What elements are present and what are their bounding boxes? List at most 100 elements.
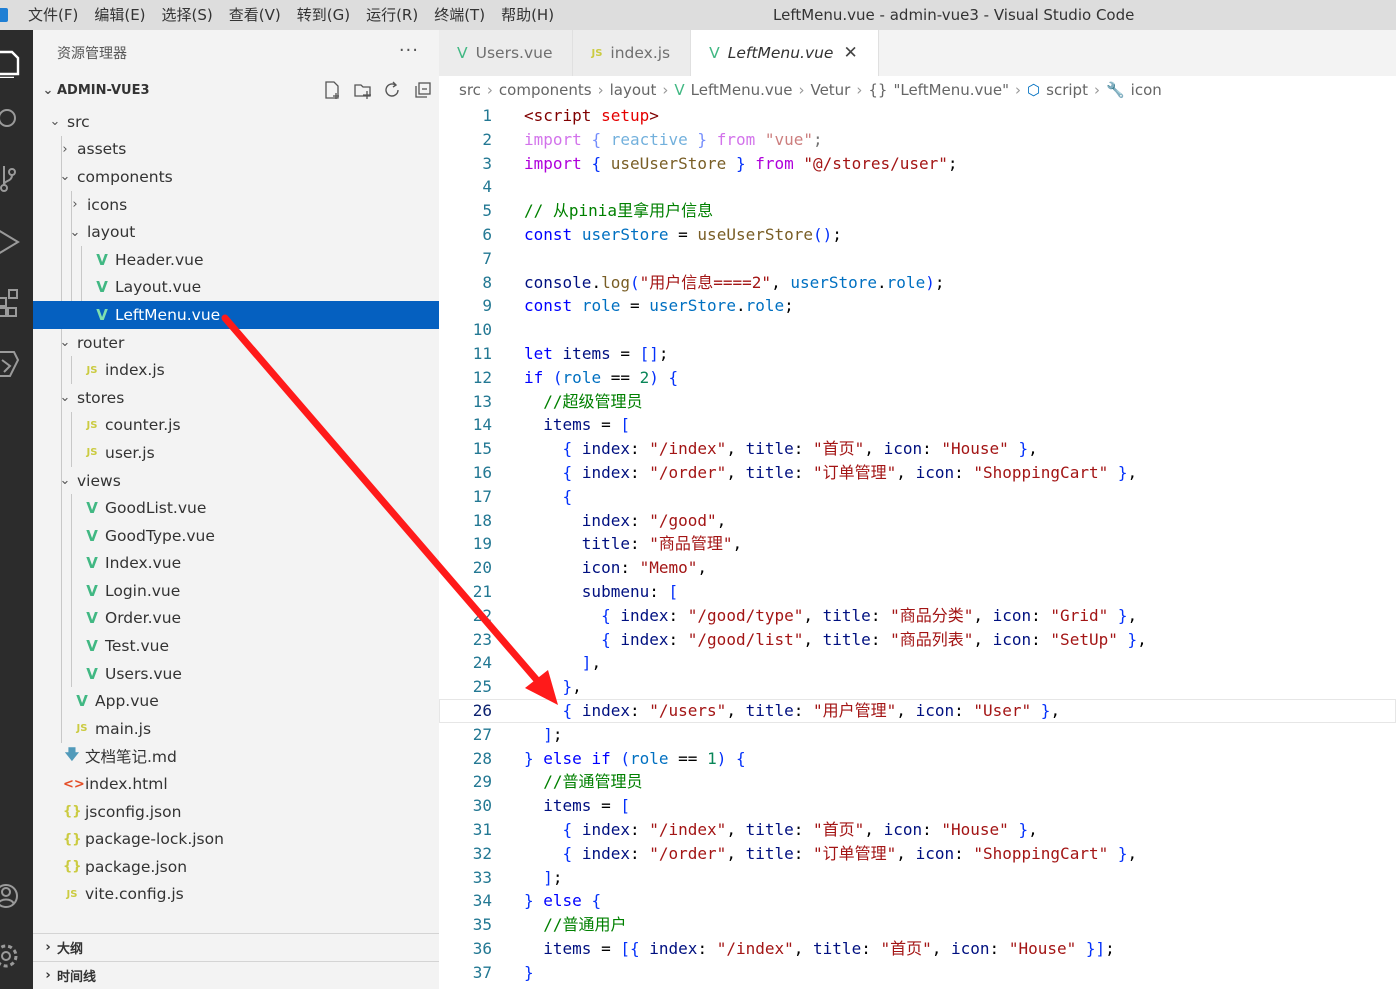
search-icon[interactable]: [0, 106, 22, 132]
menu-item[interactable]: 选择(S): [154, 0, 221, 30]
code-line[interactable]: 1 <script setup>: [439, 104, 1396, 128]
tree-file[interactable]: V Test.vue: [33, 632, 439, 660]
code-line[interactable]: 22 { index: "/good/type", title: "商品分类",…: [439, 604, 1396, 628]
breadcrumb-item[interactable]: src: [459, 81, 481, 99]
code-line[interactable]: 36 items = [{ index: "/index", title: "首…: [439, 937, 1396, 961]
tree-folder[interactable]: ⌄ src: [33, 108, 439, 136]
breadcrumb-item[interactable]: layout: [610, 81, 657, 99]
code-line[interactable]: 3 import { useUserStore } from "@/stores/…: [439, 152, 1396, 176]
project-section-header[interactable]: ⌄ ADMIN-VUE3: [33, 76, 439, 104]
extensions-icon[interactable]: [0, 286, 22, 317]
tree-folder[interactable]: ⌄ router: [33, 328, 439, 357]
breadcrumb-item[interactable]: components: [499, 81, 592, 99]
code-line[interactable]: 8 console.log("用户信息====2", userStore.role…: [439, 271, 1396, 295]
tree-file[interactable]: {} package-lock.json: [33, 825, 439, 853]
code-line[interactable]: 26 { index: "/users", title: "用户管理", ico…: [439, 698, 1396, 723]
code-line[interactable]: 20 icon: "Memo",: [439, 556, 1396, 580]
menu-item[interactable]: 查看(V): [221, 0, 289, 30]
tree-folder[interactable]: › assets: [33, 135, 439, 164]
code-line[interactable]: 10: [439, 318, 1396, 342]
code-line[interactable]: 24 ],: [439, 651, 1396, 675]
breadcrumb-item[interactable]: "LeftMenu.vue": [893, 81, 1009, 99]
tree-folder[interactable]: ⌄ stores: [33, 383, 439, 412]
tree-file[interactable]: V LeftMenu.vue: [33, 301, 439, 329]
tree-file[interactable]: V App.vue: [33, 687, 439, 716]
tree-file[interactable]: V GoodList.vue: [33, 494, 439, 522]
tree-folder[interactable]: ⌄ components: [33, 163, 439, 191]
code-line[interactable]: 19 title: "商品管理",: [439, 532, 1396, 556]
code-line[interactable]: 5 // 从pinia里拿用户信息: [439, 199, 1396, 223]
code-line[interactable]: 28} else if (role == 1) {: [439, 747, 1396, 771]
new-file-icon[interactable]: [323, 80, 343, 100]
menu-item[interactable]: 帮助(H): [493, 0, 562, 30]
tree-file[interactable]: JS user.js: [33, 439, 439, 467]
new-folder-icon[interactable]: [353, 80, 373, 100]
menu-item[interactable]: 终端(T): [426, 0, 493, 30]
code-line[interactable]: 21 submenu: [: [439, 580, 1396, 604]
settings-icon[interactable]: [0, 940, 22, 968]
code-line[interactable]: 25 },: [439, 675, 1396, 699]
run-debug-icon[interactable]: [0, 226, 22, 254]
code-line[interactable]: 14 items = [: [439, 413, 1396, 437]
code-line[interactable]: 27 ];: [439, 723, 1396, 747]
code-line[interactable]: 11 let items = [];: [439, 342, 1396, 366]
close-icon[interactable]: ✕: [843, 43, 857, 63]
editor-tab[interactable]: V Users.vue: [439, 30, 574, 76]
account-icon[interactable]: [0, 880, 22, 908]
outline-section[interactable]: › 大纲: [33, 933, 439, 961]
menu-item[interactable]: 转到(G): [289, 0, 358, 30]
tree-file[interactable]: V GoodType.vue: [33, 521, 439, 550]
code-line[interactable]: 23 { index: "/good/list", title: "商品列表",…: [439, 628, 1396, 652]
tree-file[interactable]: {} jsconfig.json: [33, 798, 439, 826]
tree-file[interactable]: V Login.vue: [33, 577, 439, 605]
refresh-icon[interactable]: [383, 80, 403, 100]
code-line[interactable]: 16 { index: "/order", title: "订单管理", ico…: [439, 461, 1396, 485]
breadcrumb-item[interactable]: LeftMenu.vue: [691, 81, 793, 99]
breadcrumb-item[interactable]: script: [1046, 81, 1088, 99]
collapse-all-icon[interactable]: [413, 80, 433, 100]
tree-file[interactable]: JS index.js: [33, 356, 439, 384]
tree-file[interactable]: V Users.vue: [33, 659, 439, 688]
code-line[interactable]: 30 items = [: [439, 794, 1396, 818]
code-line[interactable]: 34} else {: [439, 889, 1396, 913]
editor-tab[interactable]: JS index.js: [573, 30, 692, 76]
tree-folder[interactable]: ⌄ layout: [33, 218, 439, 246]
timeline-section[interactable]: › 时间线: [33, 961, 439, 989]
code-line[interactable]: 29 //普通管理员: [439, 770, 1396, 794]
code-line[interactable]: 18 index: "/good",: [439, 509, 1396, 533]
tree-file[interactable]: V Index.vue: [33, 549, 439, 578]
code-line[interactable]: 7: [439, 247, 1396, 271]
tree-file[interactable]: {} package.json: [33, 853, 439, 881]
code-line[interactable]: 33 ];: [439, 866, 1396, 890]
code-line[interactable]: 32 { index: "/order", title: "订单管理", ico…: [439, 842, 1396, 866]
tree-folder[interactable]: › icons: [33, 190, 439, 219]
menu-item[interactable]: 文件(F): [20, 0, 86, 30]
tree-file[interactable]: JS vite.config.js: [33, 881, 439, 909]
editor-tab[interactable]: V LeftMenu.vue ✕: [691, 30, 879, 76]
code-line[interactable]: 15 { index: "/index", title: "首页", icon:…: [439, 437, 1396, 461]
code-line[interactable]: 13 //超级管理员: [439, 390, 1396, 414]
tree-file[interactable]: JS counter.js: [33, 411, 439, 440]
code-line[interactable]: 31 { index: "/index", title: "首页", icon:…: [439, 818, 1396, 842]
breadcrumb-item[interactable]: icon: [1131, 81, 1162, 99]
code-editor[interactable]: 1 <script setup> 2 import { reactive } from…: [439, 104, 1396, 984]
breadcrumb-item[interactable]: Vetur: [810, 81, 850, 99]
code-line[interactable]: 2 import { reactive } from "vue";: [439, 128, 1396, 152]
more-actions-icon[interactable]: ···: [399, 40, 419, 61]
menu-item[interactable]: 编辑(E): [86, 0, 153, 30]
code-line[interactable]: 9 const role = userStore.role;: [439, 294, 1396, 318]
tree-folder[interactable]: ⌄ views: [33, 466, 439, 495]
code-line[interactable]: 37}: [439, 961, 1396, 985]
tree-file[interactable]: JS main.js: [33, 715, 439, 743]
tree-file[interactable]: V Order.vue: [33, 604, 439, 633]
source-control-icon[interactable]: [0, 166, 22, 192]
code-line[interactable]: 12 if (role == 2) {: [439, 366, 1396, 390]
remote-icon[interactable]: [0, 346, 22, 377]
tree-file[interactable]: 🡇 文档笔记.md: [33, 743, 439, 771]
tree-file[interactable]: V Layout.vue: [33, 273, 439, 302]
menu-item[interactable]: 运行(R): [358, 0, 426, 30]
code-line[interactable]: 17 {: [439, 485, 1396, 509]
code-line[interactable]: 35 //普通用户: [439, 913, 1396, 937]
explorer-icon[interactable]: [0, 48, 22, 78]
tree-file[interactable]: V Header.vue: [33, 245, 439, 274]
